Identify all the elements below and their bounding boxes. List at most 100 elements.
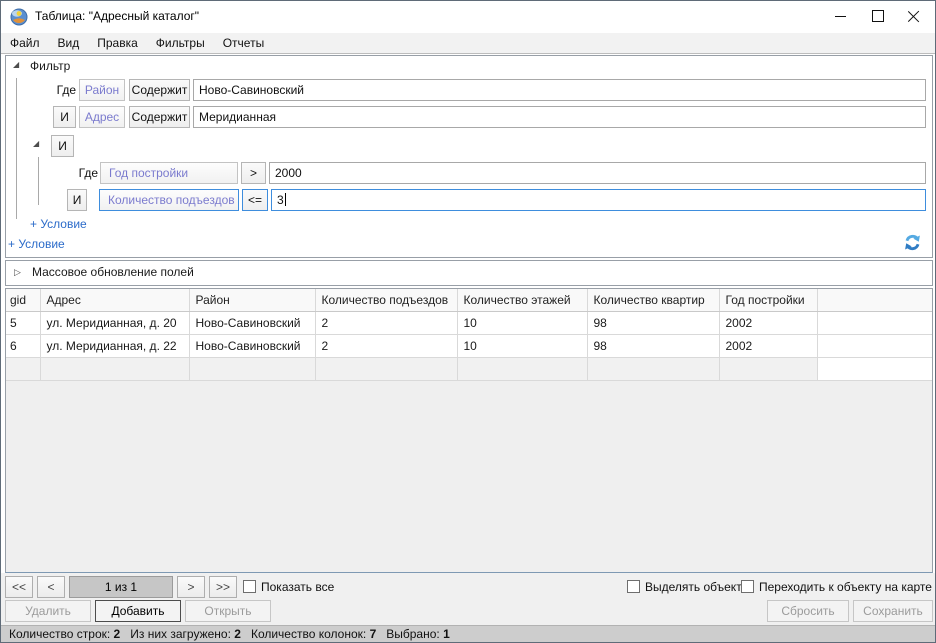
table-row-new[interactable] — [6, 358, 932, 381]
pagination-next-button[interactable]: > — [177, 576, 205, 598]
bottom-toolbar: << < 1 из 1 > >> Показать все Выделять о… — [1, 573, 935, 625]
cell-empty — [817, 312, 932, 335]
pagination-prev-button[interactable]: < — [37, 576, 65, 598]
add-condition-link-outer[interactable]: + Условие — [8, 236, 65, 252]
add-condition-link-inner[interactable]: + Условие — [30, 216, 87, 232]
cell-year[interactable]: 2002 — [719, 312, 817, 335]
cell-district[interactable] — [189, 358, 315, 381]
column-header-gid[interactable]: gid — [6, 289, 40, 312]
app-window: Таблица: "Адресный каталог" Файл Вид Пра… — [0, 0, 936, 643]
cell-apartments[interactable]: 98 — [587, 335, 719, 358]
mass-update-label: Массовое обновление полей — [32, 265, 194, 279]
input-text: 3 — [277, 193, 284, 207]
save-button[interactable]: Сохранить — [853, 600, 933, 622]
tree-connector-line — [16, 78, 17, 219]
goto-object-checkbox[interactable] — [741, 580, 754, 593]
add-button[interactable]: Добавить — [95, 600, 181, 622]
cell-year[interactable]: 2002 — [719, 335, 817, 358]
column-header-year[interactable]: Год постройки — [719, 289, 817, 312]
header-row: gid Адрес Район Количество подъездов Кол… — [6, 289, 932, 312]
cell-floors[interactable]: 10 — [457, 335, 587, 358]
cell-address[interactable]: ул. Меридианная, д. 20 — [40, 312, 189, 335]
menu-item-view[interactable]: Вид — [49, 34, 89, 52]
cell-district[interactable]: Ново-Савиновский — [189, 335, 315, 358]
refresh-icon[interactable] — [903, 233, 922, 252]
group-and-button[interactable]: И — [51, 135, 74, 157]
mass-update-panel: ▷ Массовое обновление полей — [5, 260, 933, 286]
data-grid-panel: gid Адрес Район Количество подъездов Кол… — [5, 288, 933, 573]
field-button-entrances[interactable]: Количество подъездов — [99, 189, 239, 211]
group-and-button-2[interactable]: И — [67, 189, 87, 211]
column-header-entrances[interactable]: Количество подъездов — [315, 289, 457, 312]
column-header-empty — [817, 289, 932, 312]
filter-value-input-district[interactable]: Ново-Савиновский — [193, 79, 926, 101]
cell-gid[interactable] — [6, 358, 40, 381]
status-columns: Количество колонок: 7 — [251, 627, 376, 641]
menu-item-reports[interactable]: Отчеты — [214, 34, 273, 52]
group-connector-line — [38, 157, 39, 205]
field-button-address[interactable]: Адрес — [79, 106, 125, 128]
maximize-icon — [872, 10, 884, 22]
operator-button-contains-1[interactable]: Содержит — [129, 79, 190, 101]
goto-object-label: Переходить к объекту на карте — [759, 579, 932, 595]
pagination-page-indicator: 1 из 1 — [69, 576, 173, 598]
cell-entrances[interactable]: 2 — [315, 312, 457, 335]
pagination-last-button[interactable]: >> — [209, 576, 237, 598]
filter-value-input-entrances[interactable]: 3 — [271, 189, 926, 211]
column-header-district[interactable]: Район — [189, 289, 315, 312]
window-titlebar: Таблица: "Адресный каталог" — [1, 1, 935, 33]
cell-gid[interactable]: 5 — [6, 312, 40, 335]
pagination-first-button[interactable]: << — [5, 576, 33, 598]
filter-value-input-address[interactable]: Меридианная — [193, 106, 926, 128]
menu-item-filters[interactable]: Фильтры — [147, 34, 214, 52]
delete-button[interactable]: Удалить — [5, 600, 91, 622]
field-button-district[interactable]: Район — [79, 79, 125, 101]
filter-value-input-year[interactable]: 2000 — [269, 162, 926, 184]
cell-entrances[interactable]: 2 — [315, 335, 457, 358]
menubar: Файл Вид Правка Фильтры Отчеты — [1, 33, 935, 54]
filter-panel: ◢ Фильтр Где Район Содержит Ново-Савинов… — [5, 55, 933, 258]
text-caret — [285, 193, 286, 206]
cell-district[interactable]: Ново-Савиновский — [189, 312, 315, 335]
cell-year[interactable] — [719, 358, 817, 381]
mass-update-expander-icon[interactable]: ▷ — [14, 268, 21, 276]
open-button[interactable]: Открыть — [185, 600, 271, 622]
highlight-object-checkbox[interactable] — [627, 580, 640, 593]
operator-button-gt[interactable]: > — [241, 162, 266, 184]
status-rows: Количество строк: 2 — [9, 627, 120, 641]
cell-floors[interactable] — [457, 358, 587, 381]
status-bar: Количество строк: 2 Из них загружено: 2 … — [1, 625, 935, 642]
window-title: Таблица: "Адресный каталог" — [35, 9, 199, 23]
close-button[interactable] — [897, 1, 931, 31]
column-header-apartments[interactable]: Количество квартир — [587, 289, 719, 312]
column-header-floors[interactable]: Количество этажей — [457, 289, 587, 312]
cell-floors[interactable]: 10 — [457, 312, 587, 335]
table-row[interactable]: 5 ул. Меридианная, д. 20 Ново-Савиновски… — [6, 312, 932, 335]
status-loaded: Из них загружено: 2 — [130, 627, 241, 641]
show-all-checkbox[interactable] — [243, 580, 256, 593]
cell-entrances[interactable] — [315, 358, 457, 381]
group-expander-icon[interactable]: ◢ — [33, 140, 39, 148]
status-selected: Выбрано: 1 — [386, 627, 450, 641]
filter-expander-icon[interactable]: ◢ — [13, 61, 19, 69]
cell-apartments[interactable]: 98 — [587, 312, 719, 335]
maximize-button[interactable] — [861, 1, 895, 31]
data-grid: gid Адрес Район Количество подъездов Кол… — [6, 289, 932, 381]
and-button-1[interactable]: И — [53, 106, 76, 128]
cell-address[interactable] — [40, 358, 189, 381]
operator-button-contains-2[interactable]: Содержит — [129, 106, 190, 128]
minimize-button[interactable] — [823, 1, 857, 31]
menu-item-edit[interactable]: Правка — [88, 34, 147, 52]
cell-apartments[interactable] — [587, 358, 719, 381]
minimize-icon — [835, 16, 846, 17]
close-icon — [908, 10, 920, 22]
reset-button[interactable]: Сбросить — [767, 600, 849, 622]
field-button-build-year[interactable]: Год постройки — [100, 162, 238, 184]
table-row[interactable]: 6 ул. Меридианная, д. 22 Ново-Савиновски… — [6, 335, 932, 358]
globe-icon — [10, 8, 28, 26]
menu-item-file[interactable]: Файл — [1, 34, 49, 52]
cell-gid[interactable]: 6 — [6, 335, 40, 358]
operator-button-lte[interactable]: <= — [242, 189, 268, 211]
column-header-address[interactable]: Адрес — [40, 289, 189, 312]
cell-address[interactable]: ул. Меридианная, д. 22 — [40, 335, 189, 358]
